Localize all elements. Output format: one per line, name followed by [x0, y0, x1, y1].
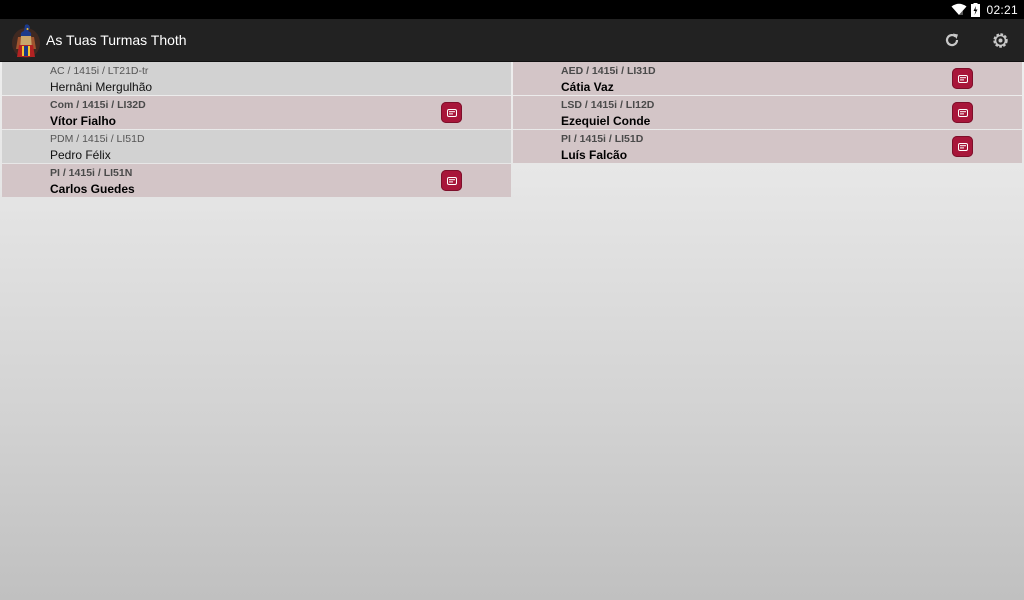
news-badge[interactable]	[952, 136, 973, 157]
news-badge[interactable]	[952, 68, 973, 89]
news-badge[interactable]	[441, 170, 462, 191]
news-icon	[957, 74, 968, 83]
news-badge[interactable]	[441, 102, 462, 123]
status-icons: 02:21	[951, 0, 1018, 19]
class-code: AED / 1415i / LI31D	[561, 65, 656, 77]
class-code: PI / 1415i / LI51D	[561, 133, 644, 145]
news-icon	[957, 142, 968, 151]
teacher-name: Vítor Fialho	[50, 114, 116, 128]
refresh-button[interactable]	[940, 28, 964, 52]
class-code: PI / 1415i / LI51N	[50, 167, 133, 179]
app-title: As Tuas Turmas Thoth	[46, 32, 187, 48]
teacher-name: Hernâni Mergulhão	[50, 80, 153, 94]
teacher-name: Ezequiel Conde	[561, 114, 651, 128]
class-tile[interactable]: PDM / 1415i / LI51D Pedro Félix	[2, 130, 511, 163]
class-code: PDM / 1415i / LI51D	[50, 133, 145, 145]
teacher-name: Cátia Vaz	[561, 80, 614, 94]
class-grid: AC / 1415i / LT21D-tr Hernâni Mergulhão …	[2, 62, 1022, 197]
news-icon	[446, 176, 457, 185]
thoth-logo-icon[interactable]	[11, 23, 41, 59]
news-icon	[446, 108, 457, 117]
status-time: 02:21	[986, 2, 1018, 17]
wifi-icon	[951, 3, 967, 15]
teacher-name: Carlos Guedes	[50, 182, 135, 196]
refresh-icon	[945, 33, 959, 47]
settings-button[interactable]	[988, 28, 1012, 52]
class-tile[interactable]: PI / 1415i / LI51N Carlos Guedes	[2, 164, 511, 197]
teacher-name: Luís Falcão	[561, 148, 628, 162]
class-tile[interactable]: AC / 1415i / LT21D-tr Hernâni Mergulhão	[2, 62, 511, 95]
battery-charging-icon	[971, 2, 981, 17]
class-code: AC / 1415i / LT21D-tr	[50, 65, 149, 77]
class-tile[interactable]: Com / 1415i / LI32D Vítor Fialho	[2, 96, 511, 129]
status-bar: 02:21	[0, 0, 1024, 19]
class-tile[interactable]: AED / 1415i / LI31D Cátia Vaz	[513, 62, 1022, 95]
settings-icon	[992, 32, 1008, 48]
class-code: Com / 1415i / LI32D	[50, 99, 146, 111]
news-badge[interactable]	[952, 102, 973, 123]
class-tile[interactable]: PI / 1415i / LI51D Luís Falcão	[513, 130, 1022, 163]
action-bar: As Tuas Turmas Thoth	[0, 19, 1024, 62]
class-code: LSD / 1415i / LI12D	[561, 99, 655, 111]
class-tile[interactable]: LSD / 1415i / LI12D Ezequiel Conde	[513, 96, 1022, 129]
news-icon	[957, 108, 968, 117]
teacher-name: Pedro Félix	[50, 148, 111, 162]
